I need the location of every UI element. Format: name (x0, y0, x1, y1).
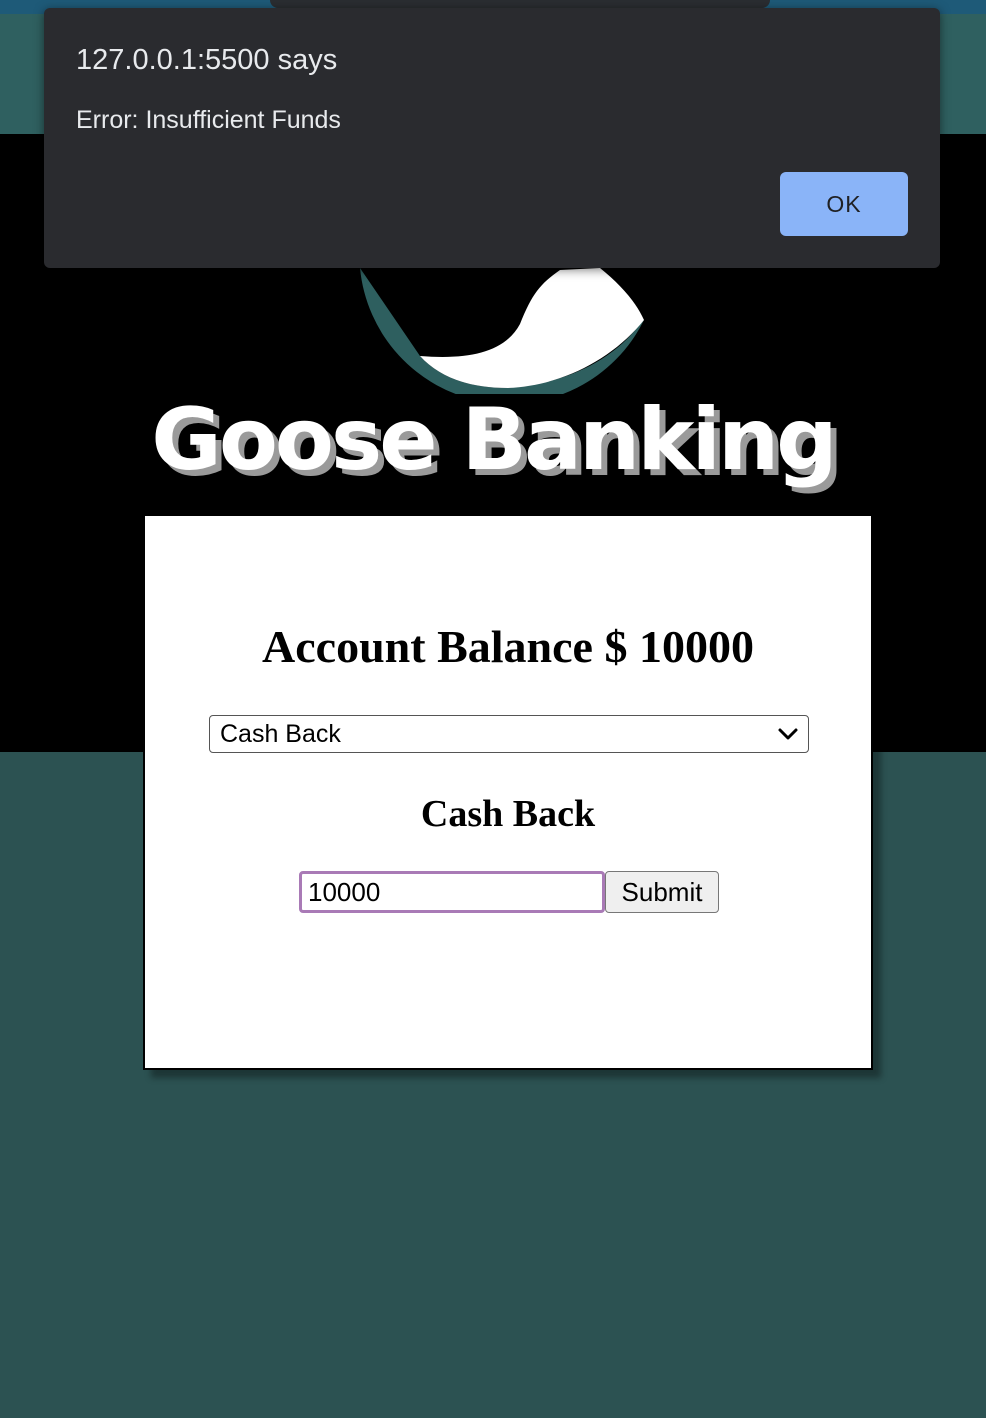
brand-title: Goose Banking (151, 390, 837, 490)
browser-tab-edge (270, 0, 770, 8)
chevron-down-icon (778, 728, 798, 740)
select-value: Cash Back (220, 720, 341, 748)
ok-button[interactable]: OK (780, 172, 908, 236)
transaction-type-select[interactable]: Cash Back (209, 715, 809, 753)
alert-dialog: 127.0.0.1:5500 says Error: Insufficient … (44, 8, 940, 268)
account-card: Account Balance $ 10000 Cash Back Cash B… (143, 514, 873, 1070)
section-title: Cash Back (420, 793, 596, 835)
dialog-message: Error: Insufficient Funds (76, 106, 341, 134)
submit-button[interactable]: Submit (605, 871, 719, 913)
dialog-origin: 127.0.0.1:5500 says (76, 44, 338, 76)
amount-input[interactable] (299, 871, 605, 913)
account-balance: Account Balance $ 10000 (262, 621, 754, 672)
